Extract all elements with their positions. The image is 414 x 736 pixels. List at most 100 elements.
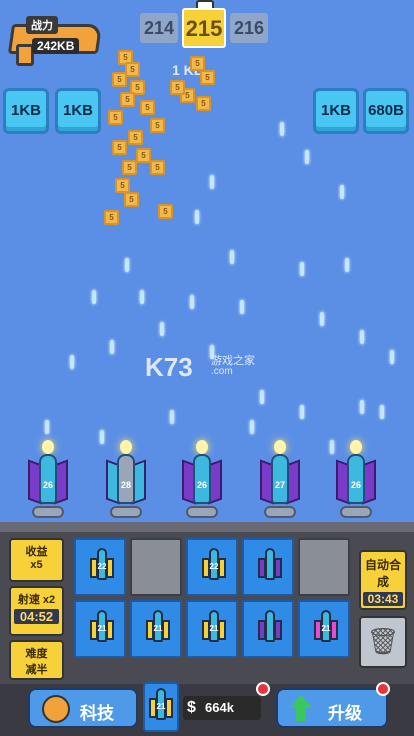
coin-icon: 5 (115, 178, 130, 193)
ship-body (265, 548, 275, 580)
ship-icon: 22 (202, 548, 226, 586)
coins-value: 664k (205, 700, 234, 715)
ship-wing (274, 558, 282, 578)
muzzle-flash-icon (42, 440, 54, 454)
bullet (160, 322, 164, 336)
enemy-block-2: 1KB (55, 88, 101, 134)
coin-icon: 5 (200, 70, 215, 85)
bullet (110, 340, 114, 354)
coin-icon: 5 (125, 62, 140, 77)
bullet (300, 405, 304, 419)
muzzle-flash-icon (274, 440, 286, 454)
ship-icon: 21 (202, 610, 226, 648)
auto-merge-button[interactable]: 自动合成 03:43 (359, 550, 407, 610)
bullet (380, 405, 384, 419)
fire-rate-title: 射速 (17, 594, 40, 606)
turret-base (340, 506, 372, 518)
turret-base (32, 506, 64, 518)
ship-level: 21 (156, 702, 166, 711)
coin-icon: 5 (104, 210, 119, 225)
turret-level: 26 (42, 480, 53, 490)
grid-cell[interactable] (130, 538, 182, 596)
trash-icon: 🗑 (366, 626, 400, 656)
enemy-block-3: 1KB (313, 88, 359, 134)
power-value: 242KB (32, 38, 80, 54)
enemy-block-1: 1KB (3, 88, 49, 134)
grid-cell[interactable] (242, 600, 294, 658)
bullet (125, 258, 129, 272)
coin-icon: 5 (112, 140, 127, 155)
turret[interactable]: 26 (180, 440, 224, 526)
grid-cell[interactable]: 21 (130, 600, 182, 658)
coin-icon: 5 (150, 118, 165, 133)
coin-icon: 5 (124, 192, 139, 207)
bullet (390, 350, 394, 364)
upgrade-label: 升级 (328, 704, 362, 723)
coin-icon: 5 (150, 160, 165, 175)
bullet (210, 175, 214, 189)
upgrade-notification-dot (376, 682, 390, 696)
bullet (345, 258, 349, 272)
bullet (92, 290, 96, 304)
ship-icon (258, 610, 282, 648)
turret-level: 26 (196, 480, 207, 490)
coin-icon: 5 (122, 160, 137, 175)
turret[interactable]: 26 (334, 440, 378, 526)
tech-notification-dot (256, 682, 270, 696)
bullet (280, 122, 284, 136)
tech-label: 科技 (80, 704, 114, 723)
buy-ship-button[interactable]: 21 (143, 682, 179, 732)
difficulty-half-button[interactable]: 难度 减半 (9, 640, 64, 680)
grid-cell[interactable]: 21 (74, 600, 126, 658)
ship-icon: 21 (314, 610, 338, 648)
ship-icon: 21 (90, 610, 114, 648)
bullet (190, 295, 194, 309)
turret-base (186, 506, 218, 518)
grid-cell[interactable]: 21 (186, 600, 238, 658)
grid-cell[interactable] (242, 538, 294, 596)
turret-base (264, 506, 296, 518)
bullet (360, 330, 364, 344)
ship-icon: 22 (90, 548, 114, 586)
grid-cell[interactable] (298, 538, 350, 596)
ship-level: 21 (153, 624, 163, 633)
wave-indicator: 214 215 216 (140, 8, 268, 48)
bullet (300, 262, 304, 276)
ship-icon: 21 (149, 688, 173, 726)
grid-cell[interactable]: 21 (298, 600, 350, 658)
bullet (170, 410, 174, 424)
difficulty-title: 难度 (25, 648, 48, 660)
income-boost-button[interactable]: 收益 x5 (9, 538, 64, 582)
ship-body (265, 610, 275, 642)
bullet (195, 210, 199, 224)
coin-icon: 5 (196, 96, 211, 111)
turret[interactable]: 27 (258, 440, 302, 526)
merge-grid: 22 22 21 21 21 21 (74, 538, 354, 658)
turret-body (271, 454, 289, 504)
upgrade-button[interactable]: 升级 (276, 688, 388, 728)
grid-cell[interactable]: 22 (186, 538, 238, 596)
coin-icon: 5 (120, 92, 135, 107)
bullet (260, 390, 264, 404)
tech-button[interactable]: 科技 (28, 688, 138, 728)
trash-button[interactable]: 🗑 (359, 616, 407, 668)
coin-icon: 5 (158, 204, 173, 219)
turret[interactable]: 28 (104, 440, 148, 526)
buy-price[interactable]: $ 664k (183, 696, 261, 720)
fire-rate-boost-button[interactable]: 射速 x2 04:52 (9, 586, 64, 636)
wave-prev: 214 (140, 13, 178, 43)
coin-icon: 5 (108, 110, 123, 125)
turret-body (117, 454, 135, 504)
turret[interactable]: 26 (26, 440, 70, 526)
turret-level: 26 (350, 480, 361, 490)
coin-icon: 5 (170, 80, 185, 95)
ship-level: 21 (321, 624, 331, 633)
bullet (320, 312, 324, 326)
coin-icon: 5 (190, 56, 205, 71)
grid-cell[interactable]: 22 (74, 538, 126, 596)
income-value: x5 (30, 559, 43, 571)
ship-wing (274, 620, 282, 640)
difficulty-value: 减半 (25, 664, 48, 676)
coin-icon: 5 (128, 130, 143, 145)
power-badge: 战力 242KB (7, 14, 103, 66)
